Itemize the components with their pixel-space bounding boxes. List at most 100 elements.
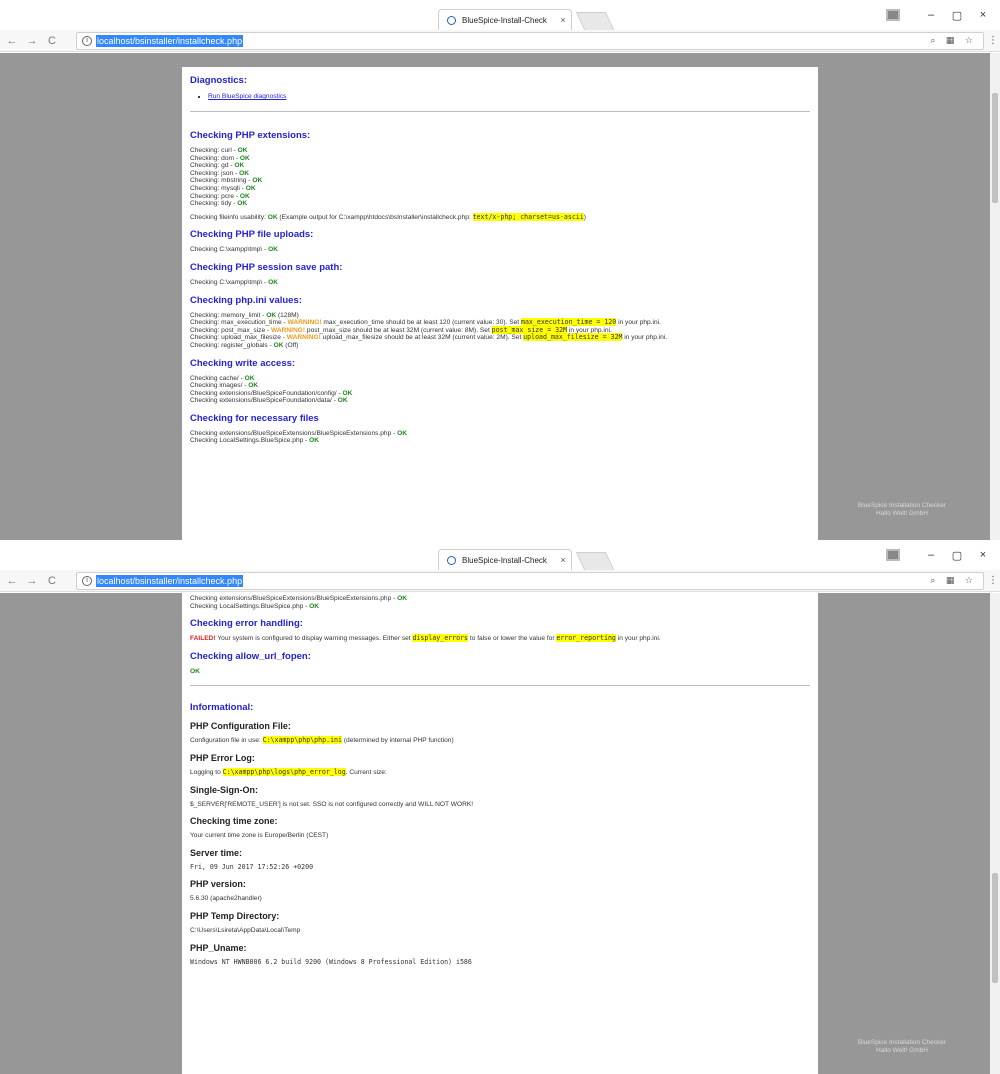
necessary-file-line: Checking LocalSettings.BlueSpice.php - O… (190, 602, 320, 610)
uploads-line: Checking C:\xampp\tmp\ - OK (190, 246, 278, 254)
menu-icon[interactable]: ⋮ (988, 575, 998, 586)
time-zone-heading: Checking time zone: (190, 816, 278, 827)
scrollbar[interactable] (990, 53, 1000, 540)
necessary-file-line: Checking extensions/BlueSpiceExtensions/… (190, 429, 408, 437)
diagnostics-heading: Diagnostics: (190, 75, 248, 86)
run-diagnostics-link[interactable]: Run BlueSpice diagnostics (208, 93, 286, 100)
list-item: Run BlueSpice diagnostics (208, 92, 810, 101)
close-window-icon[interactable]: × (970, 549, 996, 561)
sso-line: $_SERVER['REMOTE_USER'] is not set. SSO … (190, 800, 474, 808)
footer-line-1: BlueSpice Installation Checker (857, 1039, 947, 1046)
server-time-heading: Server time: (190, 847, 243, 858)
php-version-heading: PHP version: (190, 879, 246, 890)
address-bar[interactable]: i localhost/bsinstaller/installcheck.php… (76, 32, 984, 50)
reload-icon[interactable]: C (44, 575, 60, 587)
ini-memory-line: Checking: memory_limit - OK (128M) (190, 311, 299, 319)
session-path-heading: Checking PHP session save path: (190, 261, 343, 273)
time-zone-line: Your current time zone is Europe/Berlin … (190, 832, 329, 840)
footer-brand: BlueSpice Installation Checker Hallo Wel… (842, 502, 962, 518)
tab-close-icon[interactable]: × (555, 555, 571, 565)
extension-check-line: Checking: mbstring - OK (190, 177, 263, 185)
divider (190, 685, 810, 687)
config-file-line: Configuration file in use: C:\xampp\php\… (190, 736, 454, 745)
ini-upload-size-line: Checking: upload_max_filesize - WARNING!… (190, 333, 668, 342)
extension-check-line: Checking: mysqli - OK (190, 184, 256, 192)
maximize-icon[interactable]: ▢ (944, 549, 970, 562)
footer-line-2: Hallo Welt! GmbH (876, 510, 928, 517)
scroll-thumb[interactable] (992, 873, 998, 983)
url-text[interactable]: localhost/bsinstaller/installcheck.php (96, 575, 244, 587)
extension-check-line: Checking: gd - OK (190, 162, 245, 170)
allow-url-fopen-line: OK (190, 667, 200, 675)
browser-tab[interactable]: BlueSpice-Install-Check × (438, 549, 572, 570)
session-line: Checking C:\xampp\tmp\ - OK (190, 278, 278, 286)
new-tab-button[interactable] (575, 12, 615, 30)
browser-toolbar: ← → C i localhost/bsinstaller/installche… (0, 570, 1000, 592)
necessary-files-list: Checking extensions/BlueSpiceExtensions/… (190, 430, 810, 445)
extension-check-line: Checking: tidy - OK (190, 200, 248, 208)
installcheck-page: Checking extensions/BlueSpiceExtensions/… (182, 593, 818, 1074)
write-access-line: Checking cache/ - OK (190, 374, 255, 382)
forward-icon[interactable]: → (24, 575, 40, 587)
title-bar: BlueSpice-Install-Check × – ▢ × (0, 0, 1000, 30)
address-bar[interactable]: i localhost/bsinstaller/installcheck.php… (76, 572, 984, 590)
extension-check-line: Checking: curl - OK (190, 147, 248, 154)
footer-brand: BlueSpice Installation Checker Hallo Wel… (842, 1039, 962, 1055)
footer-line-2: Hallo Welt! GmbH (876, 1047, 928, 1054)
write-access-list: Checking cache/ - OK Checking images/ - O… (190, 375, 810, 405)
new-tab-button[interactable] (575, 552, 615, 570)
bluespice-favicon-icon (447, 15, 456, 25)
window-controls: – ▢ × (886, 0, 996, 30)
page-viewport: Diagnostics: Run BlueSpice diagnostics C… (0, 53, 1000, 540)
server-time-line: Fri, 09 Jun 2017 17:52:26 +0200 (190, 862, 314, 871)
write-access-line: Checking extensions/BlueSpiceFoundation/… (190, 397, 348, 405)
write-access-line: Checking images/ - OK (190, 382, 259, 390)
scroll-thumb[interactable] (992, 93, 998, 203)
divider (190, 111, 810, 112)
temp-dir-heading: PHP Temp Directory: (190, 910, 280, 921)
omnibox-action-icons[interactable]: ⌕ ▦ ☆ (930, 575, 977, 586)
browser-toolbar: ← → C i localhost/bsinstaller/installche… (0, 30, 1000, 52)
browser-window-1: BlueSpice-Install-Check × – ▢ × ← → C i … (0, 0, 1000, 540)
scrollbar[interactable] (990, 593, 1000, 1074)
temp-dir-line: C:\Users\Lsireta\AppData\Local\Temp (190, 926, 301, 934)
profile-icon[interactable] (886, 9, 900, 21)
profile-icon[interactable] (886, 549, 900, 561)
reload-icon[interactable]: C (44, 35, 60, 47)
browser-window-2: BlueSpice-Install-Check × – ▢ × ← → C i … (0, 540, 1000, 1074)
back-icon[interactable]: ← (4, 35, 20, 47)
tab-title: BlueSpice-Install-Check (462, 15, 547, 25)
menu-icon[interactable]: ⋮ (988, 35, 998, 46)
error-handling-line: FAILED! Your system is configured to dis… (190, 634, 661, 643)
extension-check-line: Checking: json - OK (190, 169, 250, 177)
php-extensions-heading: Checking PHP extensions: (190, 130, 311, 141)
url-text[interactable]: localhost/bsinstaller/installcheck.php (96, 35, 244, 47)
omnibox-action-icons[interactable]: ⌕ ▦ ☆ (930, 35, 977, 46)
extension-check-line: Checking: pcre - OK (190, 192, 250, 200)
tab-close-icon[interactable]: × (555, 15, 571, 25)
allow-url-fopen-heading: Checking allow_url_fopen: (190, 650, 311, 662)
php-uname-line: Windows NT HWNB006 6.2 build 9200 (Windo… (190, 957, 472, 966)
error-log-line: Logging to C:\xampp\php\logs\php_error_l… (190, 767, 387, 776)
error-log-heading: PHP Error Log: (190, 752, 255, 763)
php-uname-heading: PHP_Uname: (190, 942, 247, 953)
config-file-heading: PHP Configuration File: (190, 721, 291, 732)
ini-register-globals-line: Checking: register_globals - OK (Off) (190, 341, 299, 349)
window-controls: – ▢ × (886, 540, 996, 570)
forward-icon[interactable]: → (24, 35, 40, 47)
close-window-icon[interactable]: × (970, 9, 996, 21)
title-bar: BlueSpice-Install-Check × – ▢ × (0, 540, 1000, 570)
info-icon[interactable]: i (82, 36, 92, 46)
write-access-heading: Checking write access: (190, 357, 296, 369)
info-icon[interactable]: i (82, 576, 92, 586)
maximize-icon[interactable]: ▢ (944, 9, 970, 22)
necessary-files-heading: Checking for necessary files (190, 412, 319, 424)
fileinfo-line: Checking fileinfo usability: OK (Example… (190, 212, 586, 221)
browser-tab[interactable]: BlueSpice-Install-Check × (438, 9, 572, 30)
minimize-icon[interactable]: – (918, 549, 944, 561)
necessary-file-line: Checking LocalSettings.BlueSpice.php - O… (190, 437, 320, 445)
tab-title: BlueSpice-Install-Check (462, 555, 547, 565)
php-ini-heading: Checking php.ini values: (190, 294, 302, 306)
minimize-icon[interactable]: – (918, 9, 944, 21)
back-icon[interactable]: ← (4, 575, 20, 587)
